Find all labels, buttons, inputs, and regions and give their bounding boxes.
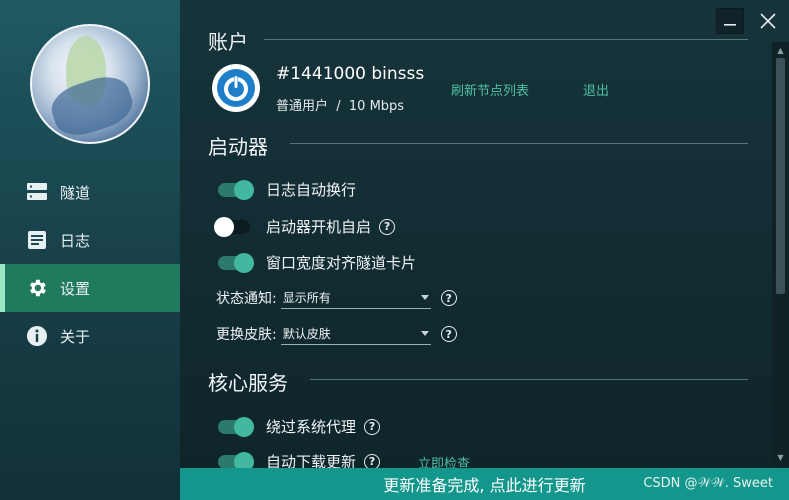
setting-bypass-proxy: 绕过系统代理 ? (218, 416, 381, 437)
scroll-down-icon[interactable]: ▼ (776, 452, 785, 462)
setting-label: 状态通知: (216, 291, 277, 307)
autostart-toggle[interactable] (214, 216, 250, 237)
watermark: CSDN @𝒲𝒲. Sweet (643, 476, 773, 491)
logout-link[interactable]: 退出 (583, 80, 609, 99)
window-width-toggle[interactable] (218, 252, 254, 273)
section-divider (310, 379, 748, 380)
sidebar-item-settings[interactable]: 设置 (0, 264, 180, 312)
setting-skin: 更换皮肤: 默认皮肤 ? (216, 323, 457, 345)
minimize-button[interactable] (716, 8, 744, 34)
gear-icon (26, 277, 48, 299)
setting-label: 启动器开机自启 (266, 218, 372, 236)
chevron-down-icon (420, 331, 429, 336)
setting-status-notify: 状态通知: 显示所有 ? (216, 287, 457, 309)
status-notify-select[interactable]: 显示所有 (280, 287, 431, 309)
setting-label: 绕过系统代理 (266, 418, 357, 436)
close-icon (760, 13, 776, 29)
account-plan: 普通用户 / 10 Mbps (276, 99, 405, 114)
account-logo (212, 64, 260, 112)
server-icon (26, 181, 48, 203)
info-icon (26, 325, 48, 347)
minimize-icon (724, 24, 736, 26)
close-button[interactable] (754, 8, 782, 34)
toggle-knob (214, 216, 234, 237)
scroll-up-icon[interactable]: ▲ (776, 45, 785, 55)
document-icon (26, 229, 48, 251)
toggle-knob (234, 252, 254, 273)
chevron-down-icon (420, 295, 429, 300)
sidebar-nav: 隧道 日志 设置 关于 (0, 168, 180, 360)
setting-label: 更换皮肤: (216, 327, 277, 343)
setting-autostart: 启动器开机自启 ? (214, 216, 396, 237)
sidebar-item-label: 隧道 (60, 183, 91, 202)
sidebar-item-label: 日志 (60, 231, 91, 250)
toggle-knob (234, 179, 254, 200)
toggle-knob (234, 416, 254, 437)
help-icon[interactable]: ? (364, 418, 381, 435)
avatar-art-detail (46, 69, 138, 142)
account-section-title: 账户 (208, 30, 248, 54)
setting-label: 窗口宽度对齐隧道卡片 (266, 254, 417, 272)
help-icon[interactable]: ? (440, 326, 457, 342)
setting-window-width: 窗口宽度对齐隧道卡片 (218, 252, 416, 273)
sidebar-item-about[interactable]: 关于 (0, 312, 180, 360)
select-value: 默认皮肤 (282, 327, 331, 341)
setting-label: 日志自动换行 (266, 181, 357, 199)
section-divider (290, 143, 748, 144)
sidebar-item-label: 设置 (60, 279, 91, 298)
help-icon[interactable]: ? (379, 218, 396, 235)
launcher-section-title: 启动器 (208, 135, 268, 159)
sidebar-item-tunnel[interactable]: 隧道 (0, 168, 180, 216)
settings-panel: 账户 #1441000 binsss 普通用户 / 10 Mbps 刷新节点列表… (180, 0, 789, 500)
sidebar-item-log[interactable]: 日志 (0, 216, 180, 264)
skin-select[interactable]: 默认皮肤 (280, 323, 431, 345)
auto-update-toggle[interactable] (218, 451, 254, 472)
sidebar-item-label: 关于 (60, 327, 91, 346)
refresh-nodes-link[interactable]: 刷新节点列表 (451, 80, 529, 99)
help-icon[interactable]: ? (440, 290, 457, 306)
setting-log-wrap: 日志自动换行 (218, 179, 356, 200)
avatar (30, 24, 150, 144)
core-section-title: 核心服务 (208, 371, 288, 395)
section-divider (264, 39, 748, 40)
bypass-proxy-toggle[interactable] (218, 416, 254, 437)
power-logo-icon (217, 69, 255, 107)
sidebar: 隧道 日志 设置 关于 (0, 0, 180, 500)
account-name: #1441000 binsss (276, 64, 425, 84)
scrollbar[interactable]: ▲ ▼ (772, 42, 789, 468)
select-value: 显示所有 (282, 291, 331, 305)
scroll-thumb[interactable] (776, 58, 785, 294)
log-wrap-toggle[interactable] (218, 179, 254, 200)
